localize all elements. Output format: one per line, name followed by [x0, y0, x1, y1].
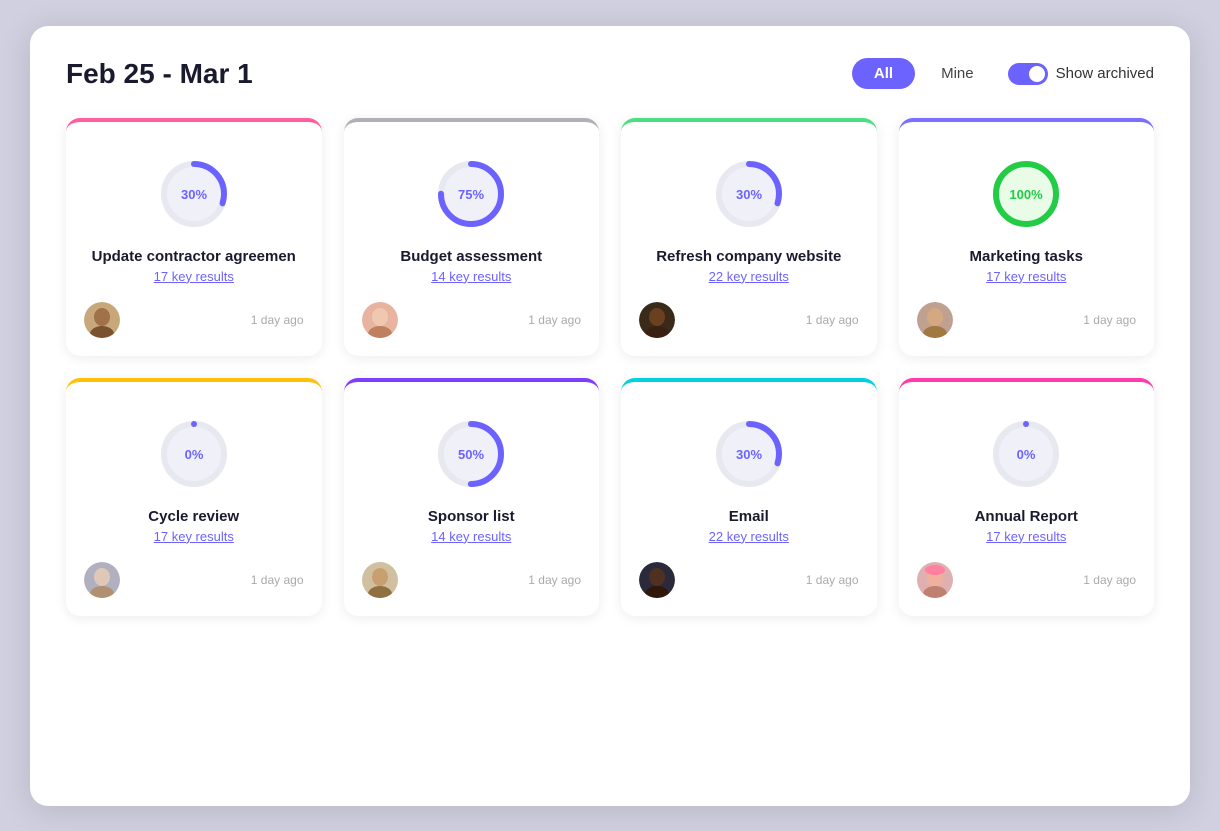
progress-ring-5: 0% [154, 414, 234, 494]
avatar-5 [84, 562, 120, 598]
card-time-8: 1 day ago [1083, 573, 1136, 587]
page-title: Feb 25 - Mar 1 [66, 58, 253, 90]
card-footer-1: 1 day ago [84, 302, 304, 338]
svg-text:0%: 0% [184, 447, 203, 462]
avatar-7 [639, 562, 675, 598]
card-key-results-2[interactable]: 14 key results [431, 269, 511, 284]
card-7[interactable]: 30% Email 22 key results 1 day ago [621, 378, 877, 616]
progress-ring-2: 75% [431, 154, 511, 234]
card-key-results-6[interactable]: 14 key results [431, 529, 511, 544]
svg-text:50%: 50% [458, 447, 484, 462]
progress-ring-8: 0% [986, 414, 1066, 494]
card-time-4: 1 day ago [1083, 313, 1136, 327]
progress-ring-6: 50% [431, 414, 511, 494]
avatar-2 [362, 302, 398, 338]
card-title-1: Update contractor agreemen [92, 248, 296, 265]
svg-text:100%: 100% [1010, 187, 1044, 202]
progress-ring-4: 100% [986, 154, 1066, 234]
card-title-8: Annual Report [975, 508, 1078, 525]
header: Feb 25 - Mar 1 All Mine Show archived [66, 58, 1154, 90]
svg-text:75%: 75% [458, 187, 484, 202]
all-button[interactable]: All [852, 58, 915, 89]
card-footer-6: 1 day ago [362, 562, 582, 598]
header-controls: All Mine Show archived [852, 58, 1154, 89]
avatar-4 [917, 302, 953, 338]
card-footer-8: 1 day ago [917, 562, 1137, 598]
card-time-5: 1 day ago [251, 573, 304, 587]
card-key-results-3[interactable]: 22 key results [709, 269, 789, 284]
avatar-6 [362, 562, 398, 598]
svg-text:30%: 30% [736, 447, 762, 462]
card-key-results-7[interactable]: 22 key results [709, 529, 789, 544]
card-key-results-4[interactable]: 17 key results [986, 269, 1066, 284]
card-title-6: Sponsor list [428, 508, 515, 525]
card-4[interactable]: 100% Marketing tasks 17 key results 1 da… [899, 118, 1155, 356]
progress-ring-1: 30% [154, 154, 234, 234]
card-title-5: Cycle review [148, 508, 239, 525]
show-archived-toggle[interactable] [1008, 63, 1048, 85]
card-key-results-8[interactable]: 17 key results [986, 529, 1066, 544]
card-footer-4: 1 day ago [917, 302, 1137, 338]
avatar-3 [639, 302, 675, 338]
card-8[interactable]: 0% Annual Report 17 key results 1 day ag… [899, 378, 1155, 616]
card-2[interactable]: 75% Budget assessment 14 key results 1 d… [344, 118, 600, 356]
card-3[interactable]: 30% Refresh company website 22 key resul… [621, 118, 877, 356]
card-footer-5: 1 day ago [84, 562, 304, 598]
show-archived-toggle-container: Show archived [1008, 63, 1154, 85]
avatar-1 [84, 302, 120, 338]
mine-button[interactable]: Mine [925, 58, 990, 89]
card-key-results-1[interactable]: 17 key results [154, 269, 234, 284]
card-title-4: Marketing tasks [970, 248, 1083, 265]
progress-ring-3: 30% [709, 154, 789, 234]
card-footer-2: 1 day ago [362, 302, 582, 338]
progress-ring-7: 30% [709, 414, 789, 494]
card-5[interactable]: 0% Cycle review 17 key results 1 day ago [66, 378, 322, 616]
svg-text:30%: 30% [181, 187, 207, 202]
card-1[interactable]: 30% Update contractor agreemen 17 key re… [66, 118, 322, 356]
svg-text:30%: 30% [736, 187, 762, 202]
app-container: Feb 25 - Mar 1 All Mine Show archived 30… [30, 26, 1190, 806]
avatar-8 [917, 562, 953, 598]
card-time-2: 1 day ago [528, 313, 581, 327]
card-title-2: Budget assessment [400, 248, 542, 265]
cards-grid: 30% Update contractor agreemen 17 key re… [66, 118, 1154, 616]
svg-text:0%: 0% [1017, 447, 1036, 462]
card-6[interactable]: 50% Sponsor list 14 key results 1 day ag… [344, 378, 600, 616]
card-footer-3: 1 day ago [639, 302, 859, 338]
card-time-3: 1 day ago [806, 313, 859, 327]
show-archived-label: Show archived [1056, 65, 1154, 82]
card-title-3: Refresh company website [656, 248, 841, 265]
card-footer-7: 1 day ago [639, 562, 859, 598]
card-time-6: 1 day ago [528, 573, 581, 587]
card-key-results-5[interactable]: 17 key results [154, 529, 234, 544]
card-title-7: Email [729, 508, 769, 525]
card-time-1: 1 day ago [251, 313, 304, 327]
card-time-7: 1 day ago [806, 573, 859, 587]
